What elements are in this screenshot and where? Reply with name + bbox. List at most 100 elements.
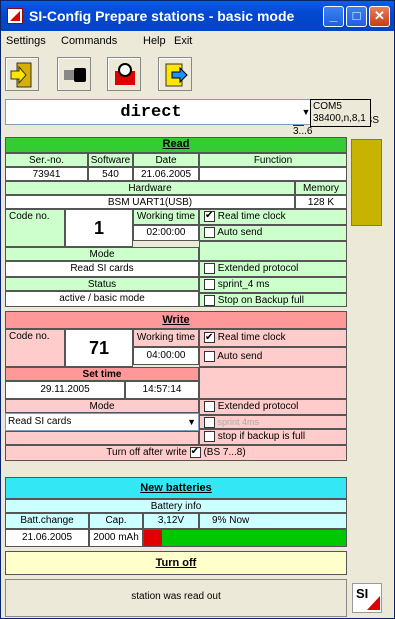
connection-mode-select[interactable]: direct ▼ bbox=[5, 99, 315, 125]
write-options-spacer bbox=[199, 367, 347, 399]
com-params: 38400,n,8,1 bbox=[313, 113, 366, 124]
menu-settings[interactable]: Settings bbox=[6, 35, 46, 47]
option-label: Auto send bbox=[217, 227, 263, 238]
read-option-stop-backup[interactable]: Stop on Backup full bbox=[199, 293, 347, 307]
read-button[interactable]: Read bbox=[5, 137, 347, 153]
date-value: 21.06.2005 bbox=[133, 167, 199, 181]
write-code-label: Code no. bbox=[5, 329, 65, 367]
station-indicator bbox=[351, 139, 382, 226]
read-option-extended[interactable]: Extended protocol bbox=[199, 261, 347, 277]
option-label: Real time clock bbox=[217, 332, 286, 343]
title-bar: SI-Config Prepare stations - basic mode … bbox=[1, 1, 394, 31]
app-icon bbox=[7, 8, 23, 24]
option-label: sprint_4 ms bbox=[217, 279, 270, 290]
read-option-autosend[interactable]: Auto send bbox=[199, 225, 347, 241]
option-label: Real time clock bbox=[217, 211, 286, 222]
batt-change-date: 21.06.2005 bbox=[5, 529, 89, 547]
battery-level-bar bbox=[143, 529, 347, 547]
si-logo: SI bbox=[352, 583, 382, 613]
checkbox[interactable] bbox=[204, 262, 215, 274]
hardware-header: Hardware bbox=[5, 181, 295, 195]
turn-off-checkbox[interactable] bbox=[189, 446, 201, 458]
status-value: active / basic mode bbox=[5, 291, 199, 307]
set-date-input[interactable]: 29.11.2005 bbox=[5, 381, 125, 399]
write-working-time-label: Working time bbox=[133, 329, 199, 347]
checkbox[interactable] bbox=[204, 350, 215, 362]
write-option-sprint[interactable]: sprint 4ms bbox=[199, 415, 347, 429]
set-time-input[interactable]: 14:57:14 bbox=[125, 381, 199, 399]
com-port-box[interactable]: COM5 38400,n,8,1 bbox=[310, 99, 371, 127]
option-label: Stop on Backup full bbox=[217, 295, 304, 306]
battery-now: 9% Now bbox=[199, 513, 347, 529]
checkbox[interactable] bbox=[204, 417, 215, 428]
magnifier-card-icon bbox=[115, 63, 135, 85]
cap-header: Cap. bbox=[89, 513, 143, 529]
turn-off-label: Turn off after write bbox=[106, 447, 187, 458]
serial-header: Ser.-no. bbox=[5, 153, 88, 167]
bs-label: (BS 7...8) bbox=[203, 447, 246, 458]
write-mode-value: Read SI cards bbox=[8, 416, 72, 427]
capacity-value: 2000 mAh bbox=[89, 529, 143, 547]
software-header: Software bbox=[88, 153, 133, 167]
usb-plug-button[interactable] bbox=[57, 57, 91, 91]
option-label: Extended protocol bbox=[217, 263, 299, 274]
code-value: 1 bbox=[65, 209, 133, 247]
menu-commands[interactable]: Commands bbox=[61, 35, 117, 47]
chevron-down-icon[interactable]: ▼ bbox=[187, 414, 196, 430]
svg-text:SI: SI bbox=[356, 586, 368, 601]
read-options-spacer bbox=[199, 241, 347, 261]
new-batteries-button[interactable]: New batteries bbox=[5, 477, 347, 499]
option-label: Extended protocol bbox=[217, 401, 299, 412]
read-option-sprint[interactable]: sprint_4 ms bbox=[199, 277, 347, 293]
checkbox[interactable] bbox=[204, 278, 215, 290]
working-time-label: Working time bbox=[133, 209, 199, 225]
code-label: Code no. bbox=[5, 209, 65, 247]
write-option-stop-backup[interactable]: stop if backup is full bbox=[199, 429, 347, 445]
working-time-value: 02:00:00 bbox=[133, 225, 199, 241]
checkbox[interactable] bbox=[204, 210, 215, 222]
close-button[interactable]: ✕ bbox=[369, 6, 390, 27]
export-arrow-icon bbox=[165, 63, 188, 87]
search-card-button[interactable] bbox=[107, 57, 141, 91]
battery-level-fill bbox=[144, 530, 163, 546]
voltage-value: 3,12V bbox=[143, 513, 199, 529]
write-mode-select[interactable]: Read SI cards ▼ bbox=[5, 413, 199, 431]
menu-help[interactable]: Help bbox=[143, 35, 166, 47]
write-working-time-input[interactable]: 04:00:00 bbox=[133, 347, 199, 365]
software-value: 540 bbox=[88, 167, 133, 181]
plug-icon bbox=[64, 68, 86, 82]
status-text: station was read out bbox=[131, 591, 221, 602]
maximize-button[interactable]: □ bbox=[346, 6, 367, 27]
battery-info-label: Battery info bbox=[5, 499, 347, 513]
checkbox[interactable] bbox=[204, 400, 215, 412]
function-header: Function bbox=[199, 153, 347, 167]
mode-header: Mode bbox=[5, 247, 199, 261]
export-button[interactable] bbox=[158, 57, 192, 91]
write-option-autosend[interactable]: Auto send bbox=[199, 347, 347, 367]
write-code-input[interactable]: 71 bbox=[65, 329, 133, 367]
menu-exit[interactable]: Exit bbox=[174, 35, 192, 47]
turn-off-after-write-row[interactable]: Turn off after write (BS 7...8) bbox=[5, 445, 347, 461]
option-label: stop if backup is full bbox=[217, 431, 306, 442]
mode-value: Read SI cards bbox=[5, 261, 199, 277]
write-option-rtc[interactable]: Real time clock bbox=[199, 329, 347, 347]
door-arrow-icon bbox=[10, 62, 32, 88]
function-value bbox=[199, 167, 347, 181]
checkbox[interactable] bbox=[204, 430, 215, 442]
minimize-button[interactable]: _ bbox=[323, 6, 344, 27]
memory-value: 128 K bbox=[295, 195, 347, 209]
read-option-rtc[interactable]: Real time clock bbox=[199, 209, 347, 225]
checkbox[interactable] bbox=[204, 294, 215, 306]
serial-value: 73941 bbox=[5, 167, 88, 181]
turn-off-button[interactable]: Turn off bbox=[5, 551, 347, 575]
app-window: SI-Config Prepare stations - basic mode … bbox=[0, 0, 395, 619]
station-readout-button[interactable] bbox=[5, 57, 39, 91]
checkbox[interactable] bbox=[204, 226, 215, 238]
write-option-extended[interactable]: Extended protocol bbox=[199, 399, 347, 415]
set-time-button[interactable]: Set time bbox=[5, 367, 199, 381]
status-header: Status bbox=[5, 277, 199, 291]
memory-header: Memory bbox=[295, 181, 347, 195]
option-label: Auto send bbox=[217, 351, 263, 362]
write-button[interactable]: Write bbox=[5, 311, 347, 329]
checkbox[interactable] bbox=[204, 330, 215, 346]
